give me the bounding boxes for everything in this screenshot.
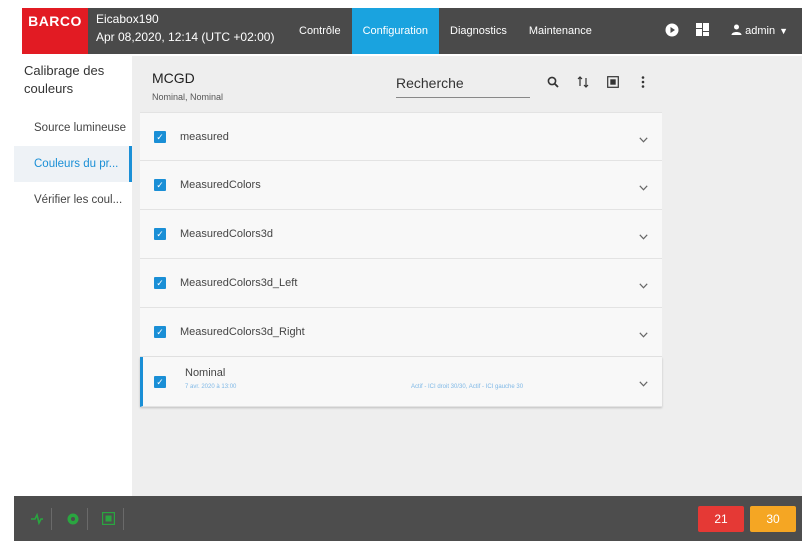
list-item[interactable]: ✓ MeasuredColors3d — [140, 210, 662, 259]
checkbox-checked-icon[interactable]: ✓ — [154, 179, 166, 191]
chevron-down-icon[interactable] — [639, 232, 648, 243]
top-bar: BARCO Eicabox190 Apr 08,2020, 12:14 (UTC… — [22, 8, 802, 54]
sidebar: Calibrage des couleurs Source lumineuse … — [14, 56, 132, 496]
sort-icon[interactable] — [568, 76, 598, 91]
status-icons — [14, 507, 130, 530]
gear-status-icon[interactable] — [58, 507, 88, 530]
user-menu[interactable]: admin ▼ — [731, 24, 788, 38]
chevron-down-icon[interactable] — [639, 183, 648, 194]
list-item[interactable]: ✓ MeasuredColors3d_Left — [140, 259, 662, 308]
checkbox-checked-icon[interactable]: ✓ — [154, 375, 166, 388]
device-name: Eicabox190 — [96, 12, 159, 26]
tab-maintenance[interactable]: Maintenance — [518, 8, 603, 54]
play-icon[interactable] — [657, 23, 687, 40]
tab-controle[interactable]: Contrôle — [288, 8, 352, 54]
device-datetime: Apr 08,2020, 12:14 (UTC +02:00) — [96, 30, 275, 44]
chevron-down-icon[interactable] — [639, 379, 648, 390]
sidebar-item-source-lumineuse[interactable]: Source lumineuse — [14, 110, 132, 146]
chevron-down-icon[interactable] — [639, 135, 648, 146]
tab-diagnostics[interactable]: Diagnostics — [439, 8, 518, 54]
panel-subtitle: Nominal, Nominal — [152, 92, 224, 102]
mcgd-panel: MCGD Nominal, Nominal Recherche ✓ measur… — [140, 62, 662, 407]
device-info: Eicabox190 Apr 08,2020, 12:14 (UTC +02:0… — [88, 8, 288, 54]
checkbox-checked-icon[interactable]: ✓ — [154, 277, 166, 289]
list-item-label: MeasuredColors3d_Left — [180, 277, 298, 289]
alert-badges: 21 30 — [698, 505, 802, 532]
grid-icon[interactable] — [687, 23, 717, 39]
sidebar-title: Calibrage des couleurs — [24, 63, 105, 96]
list-item-label: MeasuredColors — [180, 179, 261, 191]
list-item-label: MeasuredColors3d — [180, 228, 273, 240]
panel-toolbar — [538, 76, 658, 91]
signal-icon[interactable] — [22, 507, 52, 530]
list-item[interactable]: ✓ MeasuredColors — [140, 161, 662, 210]
sidebar-item-couleurs-projecteur[interactable]: Couleurs du pr... — [14, 146, 132, 182]
search-icon[interactable] — [538, 76, 568, 91]
tab-configuration[interactable]: Configuration — [351, 8, 440, 54]
checkbox-checked-icon[interactable]: ✓ — [154, 228, 166, 240]
projector-icon[interactable] — [94, 507, 124, 530]
checkbox-checked-icon[interactable]: ✓ — [154, 130, 166, 143]
list-item-selected[interactable]: ✓ Nominal 7 avr. 2020 à 13:00 Actif - IC… — [140, 357, 662, 407]
panel-header: MCGD Nominal, Nominal — [140, 62, 662, 112]
main-nav: Contrôle Configuration Diagnostics Maint… — [288, 8, 603, 54]
list-item[interactable]: ✓ MeasuredColors3d_Right — [140, 308, 662, 357]
search-input[interactable] — [396, 72, 530, 94]
person-icon — [731, 24, 742, 38]
chevron-down-icon[interactable] — [639, 330, 648, 341]
search-field — [396, 72, 530, 98]
chevron-down-icon[interactable] — [639, 281, 648, 292]
list-item-detail: Actif - ICI droit 30/30, Actif - ICI gau… — [411, 384, 524, 390]
warning-count-badge[interactable]: 30 — [750, 505, 796, 532]
color-set-list: ✓ measured ✓ MeasuredColors ✓ MeasuredCo… — [140, 112, 662, 407]
list-item[interactable]: ✓ measured — [140, 112, 662, 161]
brand-logo: BARCO — [22, 8, 88, 54]
top-icons: admin ▼ — [657, 8, 802, 54]
more-vert-icon[interactable] — [628, 76, 658, 91]
checkbox-checked-icon[interactable]: ✓ — [154, 326, 166, 338]
panel-title: MCGD — [152, 70, 195, 86]
sidebar-item-verifier-couleurs[interactable]: Vérifier les coul... — [14, 182, 132, 218]
status-bar: 21 30 — [14, 496, 802, 541]
list-item-label: measured — [180, 130, 229, 143]
chevron-down-icon: ▼ — [779, 26, 788, 36]
list-item-label: MeasuredColors3d_Right — [180, 326, 305, 338]
list-item-date: 7 avr. 2020 à 13:00 — [185, 384, 237, 390]
list-item-label: Nominal — [185, 367, 226, 379]
fit-screen-icon[interactable] — [598, 76, 628, 91]
error-count-badge[interactable]: 21 — [698, 505, 744, 532]
content-area: MCGD Nominal, Nominal Recherche ✓ measur… — [132, 56, 802, 496]
user-name: admin — [745, 25, 776, 37]
app-window: BARCO Eicabox190 Apr 08,2020, 12:14 (UTC… — [0, 0, 807, 545]
